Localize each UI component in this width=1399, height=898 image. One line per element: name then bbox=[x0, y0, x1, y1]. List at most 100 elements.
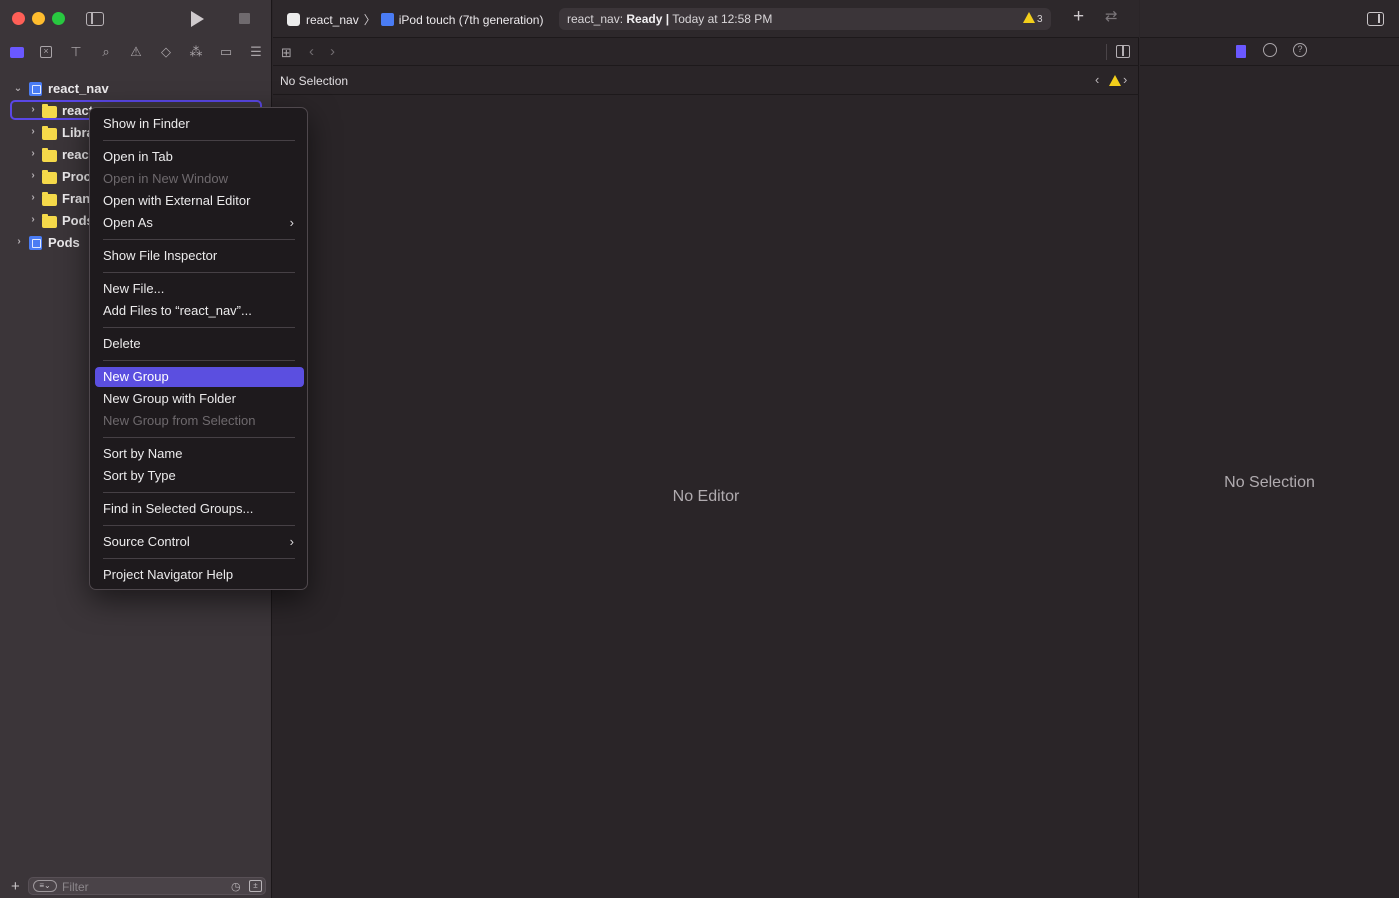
chevron-right-icon[interactable]: › bbox=[28, 127, 38, 137]
menu-item-sort-by-name[interactable]: Sort by Name bbox=[95, 444, 304, 464]
chevron-right-icon[interactable]: › bbox=[28, 193, 38, 203]
library-plus-icon[interactable]: + bbox=[1073, 7, 1084, 26]
find-navigator-search-icon[interactable]: ⌕ bbox=[96, 42, 116, 62]
filter-input[interactable]: ≡⌄ Filter ◷ ± bbox=[28, 877, 266, 895]
add-plus-icon[interactable]: + bbox=[11, 878, 20, 895]
warning-icon[interactable] bbox=[1023, 12, 1035, 23]
run-icon[interactable] bbox=[191, 11, 204, 27]
inspector-tabs: ? bbox=[1140, 38, 1399, 66]
menu-separator bbox=[103, 360, 295, 361]
divider bbox=[1106, 44, 1107, 60]
status-time: Today at 12:58 PM bbox=[672, 12, 773, 26]
show-changed-files-icon[interactable]: ± bbox=[249, 880, 262, 892]
no-editor-placeholder: No Editor bbox=[672, 488, 740, 505]
inspector-placeholder: No Selection bbox=[1224, 474, 1315, 491]
device-name[interactable]: iPod touch (7th generation) bbox=[399, 13, 544, 27]
next-issue-chevron-icon[interactable]: › bbox=[1123, 72, 1127, 87]
xcode-project-icon bbox=[29, 236, 42, 250]
menu-item-show-file-inspector[interactable]: Show File Inspector bbox=[95, 246, 304, 266]
project-navigator-folder-icon[interactable] bbox=[7, 42, 27, 62]
tree-item-project-root[interactable]: ⌄ react_nav bbox=[0, 78, 272, 100]
chevron-down-icon[interactable]: ⌄ bbox=[13, 84, 23, 94]
chevron-right-icon[interactable]: › bbox=[28, 105, 38, 115]
symbol-navigator-icon[interactable]: ⊤ bbox=[66, 42, 86, 62]
activity-status-pill[interactable]: react_nav: Ready | Today at 12:58 PM 3 bbox=[559, 8, 1051, 30]
navigator-tabs: × ⊤ ⌕ ⚠ ◇ ⁂ ▭ ☰ bbox=[0, 42, 272, 64]
chevron-right-icon[interactable]: › bbox=[14, 237, 24, 247]
menu-item-new-group-from-selection: New Group from Selection bbox=[103, 413, 256, 428]
menu-item-project-navigator-help[interactable]: Project Navigator Help bbox=[95, 565, 304, 585]
quick-help-question-icon[interactable]: ? bbox=[1293, 43, 1307, 57]
source-control-navigator-icon[interactable]: × bbox=[36, 42, 56, 62]
menu-separator bbox=[103, 140, 295, 141]
folder-icon bbox=[42, 214, 57, 228]
zoom-window-button[interactable] bbox=[52, 12, 65, 25]
sidebar-toggle-icon[interactable] bbox=[86, 12, 104, 26]
filter-options-icon[interactable]: ≡⌄ bbox=[33, 880, 57, 892]
menu-separator bbox=[103, 492, 295, 493]
menu-item-open-with-external-editor[interactable]: Open with External Editor bbox=[95, 191, 304, 211]
menu-item-add-files[interactable]: Add Files to “react_nav”... bbox=[95, 301, 304, 321]
menu-separator bbox=[103, 239, 295, 240]
navigator-filter-bar: + ≡⌄ Filter ◷ ± bbox=[0, 874, 272, 898]
xcode-project-icon bbox=[29, 82, 42, 96]
jump-bar-label[interactable]: No Selection bbox=[280, 74, 348, 88]
chevron-right-icon[interactable]: › bbox=[28, 149, 38, 159]
menu-item-new-group-with-folder[interactable]: New Group with Folder bbox=[95, 389, 304, 409]
warning-icon[interactable] bbox=[1109, 75, 1121, 86]
tree-item-label: Pods bbox=[48, 235, 80, 250]
code-review-arrows-icon[interactable]: ⇄ bbox=[1105, 9, 1118, 24]
chevron-right-icon: › bbox=[289, 215, 294, 230]
split-editor-icon[interactable] bbox=[1116, 45, 1130, 58]
tree-item-label: Proc bbox=[62, 169, 91, 184]
close-window-button[interactable] bbox=[12, 12, 25, 25]
issue-navigator-warning-icon[interactable]: ⚠ bbox=[126, 42, 146, 62]
menu-item-delete[interactable]: Delete bbox=[95, 334, 304, 354]
inspector-panel: ? No Selection bbox=[1140, 38, 1399, 898]
breakpoint-navigator-tag-icon[interactable]: ▭ bbox=[216, 42, 236, 62]
status-project: react_nav: bbox=[567, 12, 624, 26]
debug-navigator-spray-icon[interactable]: ⁂ bbox=[186, 42, 206, 62]
scheme-selector[interactable]: react_nav 〉 iPod touch (7th generation) bbox=[287, 11, 543, 28]
app-scheme-icon bbox=[287, 13, 300, 26]
menu-item-show-in-finder[interactable]: Show in Finder bbox=[95, 114, 304, 134]
warning-count: 3 bbox=[1037, 14, 1043, 25]
stop-icon[interactable] bbox=[239, 13, 250, 24]
folder-icon bbox=[42, 148, 57, 162]
file-inspector-icon[interactable] bbox=[1236, 45, 1246, 58]
report-navigator-list-icon[interactable]: ☰ bbox=[246, 42, 266, 62]
chevron-right-icon[interactable]: › bbox=[28, 215, 38, 225]
chevron-left-icon[interactable]: ‹ bbox=[309, 43, 314, 60]
menu-item-label: Source Control bbox=[103, 534, 190, 549]
menu-item-sort-by-type[interactable]: Sort by Type bbox=[95, 466, 304, 486]
menu-item-source-control[interactable]: Source Control › bbox=[95, 532, 304, 552]
menu-item-open-in-tab[interactable]: Open in Tab bbox=[95, 147, 304, 167]
menu-item-label: Open As bbox=[103, 215, 153, 230]
related-items-grid-icon[interactable]: ⊞ bbox=[281, 45, 292, 61]
menu-item-open-as[interactable]: Open As › bbox=[95, 213, 304, 233]
test-navigator-diamond-icon[interactable]: ◇ bbox=[156, 42, 176, 62]
chevron-right-icon[interactable]: › bbox=[330, 43, 335, 60]
menu-item-new-file[interactable]: New File... bbox=[95, 279, 304, 299]
menu-separator bbox=[103, 272, 295, 273]
menu-separator bbox=[103, 558, 295, 559]
history-inspector-clock-icon[interactable] bbox=[1263, 43, 1277, 57]
menu-separator bbox=[103, 327, 295, 328]
inspector-toggle-icon[interactable] bbox=[1367, 12, 1384, 26]
menu-separator bbox=[103, 525, 295, 526]
minimize-window-button[interactable] bbox=[32, 12, 45, 25]
xcode-window: × ⊤ ⌕ ⚠ ◇ ⁂ ▭ ☰ ⌄ react_nav › react › Li… bbox=[0, 0, 1399, 898]
menu-item-find-in-selected-groups[interactable]: Find in Selected Groups... bbox=[95, 499, 304, 519]
editor-tab-bar: ⊞ ‹ › bbox=[273, 38, 1139, 66]
chevron-right-icon: 〉 bbox=[363, 13, 376, 27]
context-menu: Show in Finder Open in Tab Open in New W… bbox=[89, 107, 308, 590]
scheme-name: react_nav bbox=[306, 12, 359, 27]
chevron-right-icon[interactable]: › bbox=[28, 171, 38, 181]
menu-item-open-in-new-window: Open in New Window bbox=[103, 171, 228, 186]
chevron-right-icon: › bbox=[289, 534, 294, 549]
menu-item-new-group[interactable]: New Group bbox=[95, 367, 304, 387]
recent-files-clock-icon[interactable]: ◷ bbox=[231, 880, 241, 893]
tree-item-label: react_nav bbox=[48, 81, 109, 96]
tree-item-label: Fran bbox=[62, 191, 91, 206]
previous-issue-chevron-icon[interactable]: ‹ bbox=[1095, 72, 1099, 87]
